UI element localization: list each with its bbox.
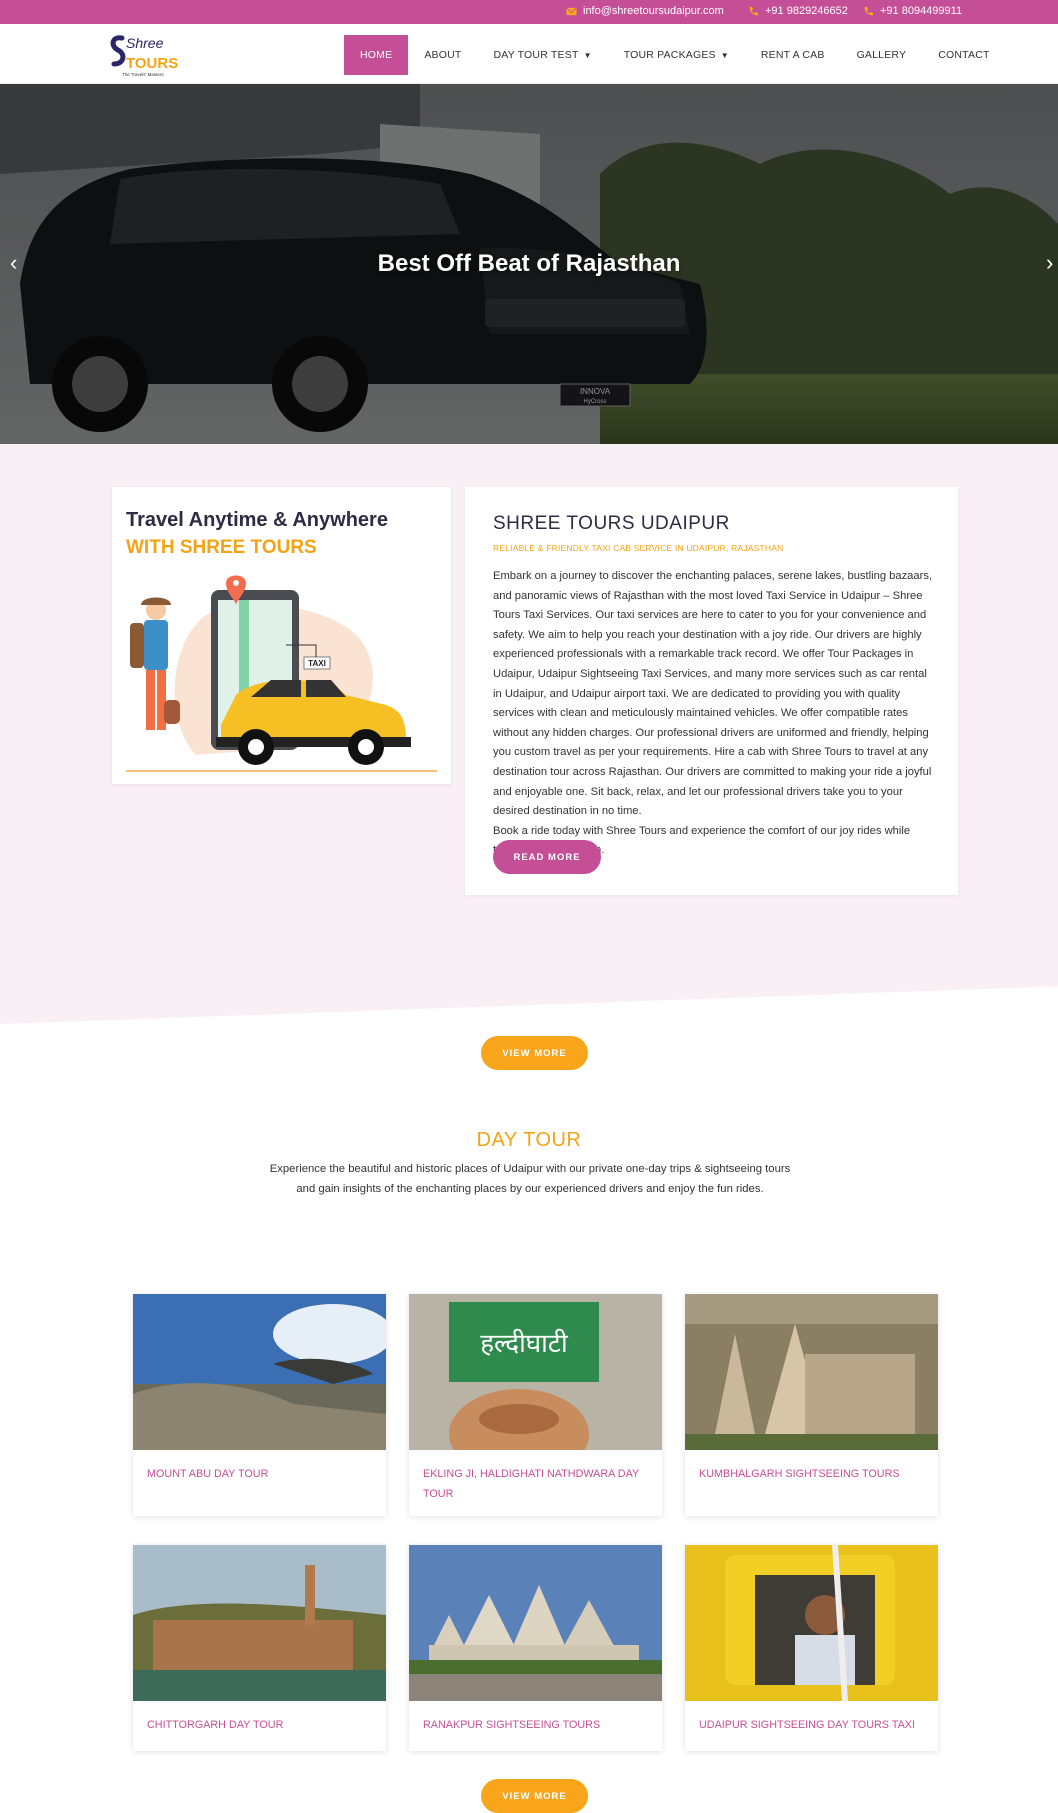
chevron-down-icon: ▼ [583,50,592,60]
nav-tour-packages[interactable]: TOUR PACKAGES ▼ [608,35,745,75]
logo-brand-bottom: TOURS [126,55,178,72]
nav-day-tour-test-label: DAY TOUR TEST [493,49,579,61]
about-subtitle: RELIABLE & FRIENDLY TAXI CAB SERVICE IN … [493,543,784,553]
tour-card-title: MOUNT ABU DAY TOUR [147,1468,269,1480]
phone-contact-1[interactable]: +91 9829246652 [748,5,848,17]
about-title: SHREE TOURS UDAIPUR [493,513,730,534]
nav-home[interactable]: HOME [344,35,409,75]
hero-slider: INNOVA HyCross Best Off Beat of Rajastha… [0,84,1058,444]
phone-text-1: +91 9829246652 [765,5,848,17]
tour-image-taxi [685,1545,938,1701]
promo-subheading: WITH SHREE TOURS [126,537,317,558]
phone-contact-2[interactable]: +91 8094499911 [863,5,962,17]
phone-text-2: +91 8094499911 [880,5,963,17]
tour-card-mount-abu[interactable]: MOUNT ABU DAY TOUR [133,1294,386,1516]
nav-day-tour-test[interactable]: DAY TOUR TEST ▼ [477,35,607,75]
nav-rent-a-cab[interactable]: RENT A CAB [745,35,841,75]
tour-image-ranakpur [409,1545,662,1701]
taxi-sign-text: TAXI [308,659,326,668]
email-contact[interactable]: info@shreetoursudaipur.com [566,5,724,17]
about-section: Travel Anytime & Anywhere WITH SHREE TOU… [0,444,1058,1024]
main-nav: HOME ABOUT DAY TOUR TEST ▼ TOUR PACKAGES ▼… [344,35,1006,75]
nav-tour-packages-label: TOUR PACKAGES [623,49,716,61]
site-header: Shree TOURS The Travels' Masters HOME AB… [0,24,1058,84]
nav-gallery-label: GALLERY [856,49,907,61]
hero-title: Best Off Beat of Rajasthan [377,250,681,277]
tour-image-chittorgarh [133,1545,386,1701]
phone-icon [749,6,759,15]
nav-rent-a-cab-label: RENT A CAB [760,49,825,61]
envelope-icon [566,6,577,15]
about-body: Embark on a journey to discover the ench… [493,567,933,861]
nav-contact[interactable]: CONTACT [922,35,1005,75]
logo-brand-top: Shree [126,35,164,51]
tour-card-ranakpur[interactable]: RANAKPUR SIGHTSEEING TOURS [409,1545,662,1751]
about-card: SHREE TOURS UDAIPUR RELIABLE & FRIENDLY … [465,487,958,895]
phone-icon [864,6,874,15]
nav-gallery[interactable]: GALLERY [841,35,923,75]
read-more-button[interactable]: READ MORE [493,840,601,874]
day-tour-description: Experience the beautiful and historic pl… [269,1163,791,1195]
view-more-button[interactable]: VIEW MORE [481,1036,588,1070]
chevron-down-icon: ▼ [720,50,729,60]
tour-card-udaipur-taxi[interactable]: UDAIPUR SIGHTSEEING DAY TOURS TAXI [685,1545,938,1751]
tour-card-chittorgarh[interactable]: CHITTORGARH DAY TOUR [133,1545,386,1751]
promo-heading: Travel Anytime & Anywhere [126,509,388,531]
taxi-illustration: TAXI [126,575,437,772]
nav-home-label: HOME [360,49,393,61]
tour-image-mount-abu [133,1294,386,1450]
logo-tagline: The Travels' Masters [122,72,164,77]
tour-card-title: KUMBHALGARH SIGHTSEEING TOURS [699,1468,900,1480]
chevron-right-icon[interactable]: › [1046,250,1053,276]
tour-image-kumbhalgarh [685,1294,938,1450]
tour-card-title: UDAIPUR SIGHTSEEING DAY TOURS TAXI [699,1719,915,1731]
tour-card-title: EKLING JI, HALDIGHATI NATHDWARA DAY TOUR [423,1468,639,1500]
haldighati-sign-text: हल्दीघाटी [480,1328,569,1359]
tour-card-ekling-ji[interactable]: हल्दीघाटी EKLING JI, HALDIGHATI NATHDWAR… [409,1294,662,1516]
nav-about-label: ABOUT [424,49,462,61]
promo-card: Travel Anytime & Anywhere WITH SHREE TOU… [112,487,451,784]
chevron-left-icon[interactable]: ‹ [10,250,17,276]
nav-contact-label: CONTACT [938,49,990,61]
tour-card-title: RANAKPUR SIGHTSEEING TOURS [423,1719,601,1731]
top-contact-bar: info@shreetoursudaipur.com +91 982924665… [0,0,1058,24]
tour-card-kumbhalgarh[interactable]: KUMBHALGARH SIGHTSEEING TOURS [685,1294,938,1516]
day-tour-heading: DAY TOUR [476,1129,582,1151]
tour-image-haldighati: हल्दीघाटी [409,1294,662,1450]
site-logo[interactable]: Shree TOURS The Travels' Masters [108,30,184,80]
nav-about[interactable]: ABOUT [408,35,477,75]
view-more-button-2[interactable]: VIEW MORE [481,1779,588,1813]
email-text: info@shreetoursudaipur.com [583,5,724,17]
about-paragraph-1: Embark on a journey to discover the ench… [493,570,933,818]
tour-card-title: CHITTORGARH DAY TOUR [147,1719,284,1731]
